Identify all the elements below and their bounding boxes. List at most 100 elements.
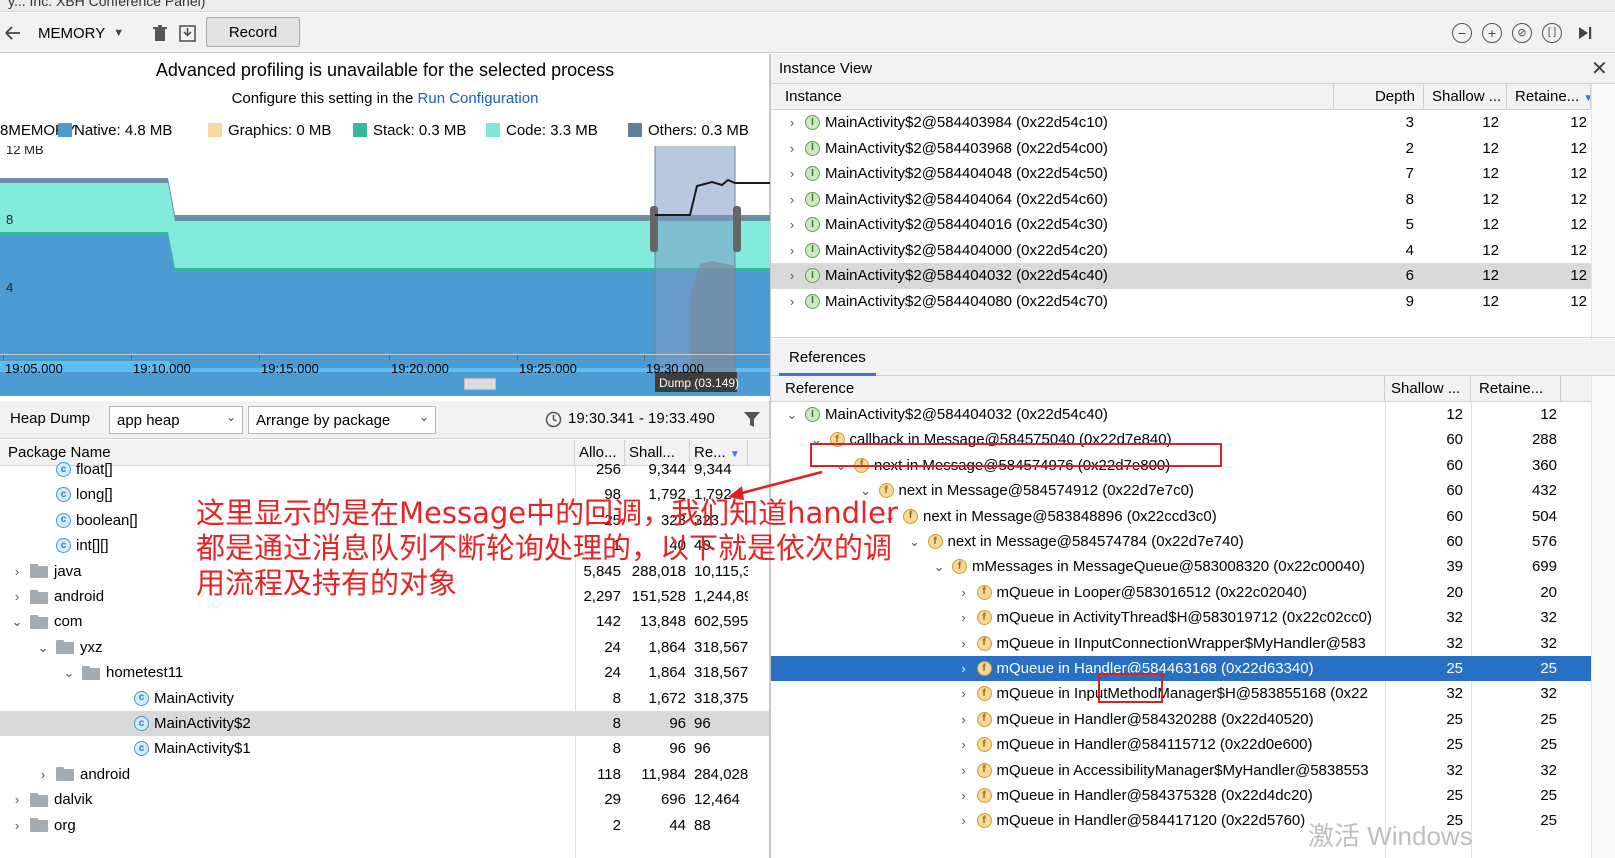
chevron-right-icon[interactable]: › xyxy=(785,289,799,314)
chevron-right-icon[interactable]: › xyxy=(957,758,971,783)
chevron-right-icon[interactable]: › xyxy=(785,161,799,186)
package-name: yxz xyxy=(80,638,103,656)
chevron-right-icon[interactable]: › xyxy=(10,787,24,812)
profiler-select[interactable]: MEMORY ▼ xyxy=(32,19,132,47)
chevron-right-icon[interactable]: › xyxy=(957,783,971,808)
legend-graphics: Graphics: 0 MB xyxy=(208,122,331,139)
timeline-scrollbar-thumb[interactable] xyxy=(464,378,496,390)
back-arrow-icon[interactable] xyxy=(2,19,24,47)
chevron-right-icon[interactable]: › xyxy=(957,681,971,706)
chevron-right-icon[interactable]: › xyxy=(957,808,971,833)
run-configuration-link[interactable]: Run Configuration xyxy=(418,90,539,107)
package-row[interactable]: ⌄ com 142 13,848 602,595 xyxy=(0,609,769,634)
chevron-right-icon[interactable]: › xyxy=(957,631,971,656)
heap-select-label: app heap xyxy=(117,411,180,429)
package-folder-icon xyxy=(30,614,48,629)
package-row[interactable]: c MainActivity$2 8 96 96 xyxy=(0,711,769,737)
reference-row[interactable]: › f mQueue in InputMethodManager$H@5838551… xyxy=(771,681,1591,706)
reference-retained: 288 xyxy=(1531,431,1557,449)
package-row[interactable]: › dalvik 29 696 12,464 xyxy=(0,787,769,812)
column-instance[interactable]: Instance xyxy=(771,84,1334,110)
record-button[interactable]: Record xyxy=(206,17,300,47)
column-shallow[interactable]: Shallow ... xyxy=(1385,376,1471,402)
tick-mark xyxy=(259,355,260,361)
column-retained[interactable]: Retaine... xyxy=(1471,376,1561,402)
config-hint-text: Configure this setting in the xyxy=(231,90,414,107)
package-row[interactable]: c MainActivity 8 1,672 318,375 xyxy=(0,686,769,711)
heap-select[interactable]: app heap ⌄ xyxy=(109,406,243,434)
alloc-count: 8 xyxy=(612,689,621,707)
reference-row[interactable]: › f mQueue in AccessibilityManager$MyHandl… xyxy=(771,758,1591,783)
selection-handle-right[interactable] xyxy=(733,206,741,252)
retained-size: 318,567 xyxy=(694,664,748,682)
chevron-right-icon[interactable]: › xyxy=(785,187,799,212)
reference-row[interactable]: ⌄ I MainActivity$2@584404032 (0x22d54c40) 1… xyxy=(771,402,1591,427)
chevron-right-icon[interactable]: › xyxy=(957,707,971,732)
column-depth[interactable]: Depth xyxy=(1334,84,1424,110)
reference-row-name: › f mQueue in Handler@584463168 (0x22d6334… xyxy=(957,656,1382,681)
column-shallow[interactable]: Shallow ... xyxy=(1424,84,1507,110)
package-row[interactable]: c float[] 256 9,344 9,344 xyxy=(0,457,769,482)
chevron-right-icon[interactable]: › xyxy=(36,762,50,787)
column-retained[interactable]: Retaine... ▼ xyxy=(1507,84,1591,110)
reset-zoom-icon[interactable]: ⊘ xyxy=(1511,19,1533,47)
chevron-right-icon[interactable]: › xyxy=(957,605,971,630)
chevron-right-icon[interactable]: › xyxy=(785,263,799,288)
instance-row[interactable]: › I MainActivity$2@584404048 (0x22d54c50) 7… xyxy=(771,161,1591,187)
profiling-warning: Advanced profiling is unavailable for th… xyxy=(155,60,615,80)
package-row[interactable]: ⌄ hometest11 24 1,864 318,567 xyxy=(0,660,769,685)
package-row[interactable]: › org 2 44 88 xyxy=(0,813,769,838)
zoom-out-icon[interactable]: − xyxy=(1451,19,1473,47)
reference-row[interactable]: › f mQueue in Handler@584115712 (0x22d0e60… xyxy=(771,732,1591,757)
instance-retained: 12 xyxy=(1570,114,1587,131)
instance-row[interactable]: › I MainActivity$2@584404064 (0x22d54c60) 8… xyxy=(771,187,1591,213)
reference-retained: 25 xyxy=(1540,787,1557,804)
instance-row[interactable]: › I MainActivity$2@584404016 (0x22d54c30) 5… xyxy=(771,212,1591,238)
selection-handle-left[interactable] xyxy=(650,206,658,252)
filter-icon[interactable] xyxy=(744,411,760,432)
time-tick: 19:30.000 xyxy=(646,361,704,376)
chevron-down-icon[interactable]: ⌄ xyxy=(36,635,50,660)
chevron-right-icon[interactable]: › xyxy=(957,656,971,681)
package-row[interactable]: c MainActivity$1 8 96 96 xyxy=(0,736,769,761)
instance-row[interactable]: › I MainActivity$2@584403984 (0x22d54c10) 3… xyxy=(771,110,1591,136)
tab-references[interactable]: References xyxy=(779,339,876,376)
trash-icon[interactable] xyxy=(150,19,170,47)
package-row[interactable]: ⌄ yxz 24 1,864 318,567 xyxy=(0,635,769,660)
goto-live-icon[interactable] xyxy=(1574,19,1596,47)
chevron-right-icon[interactable]: › xyxy=(785,110,799,135)
reference-row[interactable]: › f mQueue in IInputConnectionWrapper$MyHa… xyxy=(771,631,1591,656)
tick-mark xyxy=(517,355,518,361)
reference-row[interactable]: › f mQueue in ActivityThread$H@583019712 (… xyxy=(771,605,1591,630)
chevron-right-icon[interactable]: › xyxy=(785,238,799,263)
reference-row-name: › f mQueue in Looper@583016512 (0x22c02040… xyxy=(957,580,1382,605)
fit-icon[interactable]: [ ] xyxy=(1541,19,1563,47)
chevron-right-icon[interactable]: › xyxy=(785,136,799,161)
reference-row[interactable]: › f mQueue in Handler@584375328 (0x22d4dc2… xyxy=(771,783,1591,808)
chevron-right-icon[interactable]: › xyxy=(10,813,24,838)
column-reference[interactable]: Reference xyxy=(771,376,1385,402)
chevron-right-icon[interactable]: › xyxy=(10,584,24,609)
instance-row[interactable]: › I MainActivity$2@584404080 (0x22d54c70) 9… xyxy=(771,289,1591,315)
zoom-in-icon[interactable]: + xyxy=(1481,19,1503,47)
chevron-down-icon[interactable]: ⌄ xyxy=(62,660,76,685)
instance-row[interactable]: › I MainActivity$2@584404032 (0x22d54c40) 6… xyxy=(771,263,1591,289)
references-scrollbar[interactable] xyxy=(1591,376,1615,858)
reference-row[interactable]: › f mQueue in Handler@584463168 (0x22d6334… xyxy=(771,656,1591,682)
close-icon[interactable]: ✕ xyxy=(1591,59,1608,79)
chevron-right-icon[interactable]: › xyxy=(10,559,24,584)
chevron-right-icon[interactable]: › xyxy=(957,732,971,757)
chevron-right-icon[interactable]: › xyxy=(957,580,971,605)
package-row[interactable]: › android 118 11,984 284,028 xyxy=(0,762,769,787)
reference-row[interactable]: › f mQueue in Handler@584320288 (0x22d4052… xyxy=(771,707,1591,732)
chevron-down-icon[interactable]: ⌄ xyxy=(785,402,799,427)
instance-scrollbar[interactable] xyxy=(1591,84,1615,339)
horizontal-splitter[interactable] xyxy=(771,337,1615,338)
instance-row[interactable]: › I MainActivity$2@584403968 (0x22d54c00) 2… xyxy=(771,136,1591,162)
chevron-right-icon[interactable]: › xyxy=(785,212,799,237)
heap-dump-title: Heap Dump xyxy=(10,410,91,427)
arrange-select[interactable]: Arrange by package ⌄ xyxy=(248,406,436,434)
chevron-down-icon[interactable]: ⌄ xyxy=(10,609,24,634)
instance-row[interactable]: › I MainActivity$2@584404000 (0x22d54c20) 4… xyxy=(771,238,1591,264)
save-icon[interactable] xyxy=(176,19,198,47)
